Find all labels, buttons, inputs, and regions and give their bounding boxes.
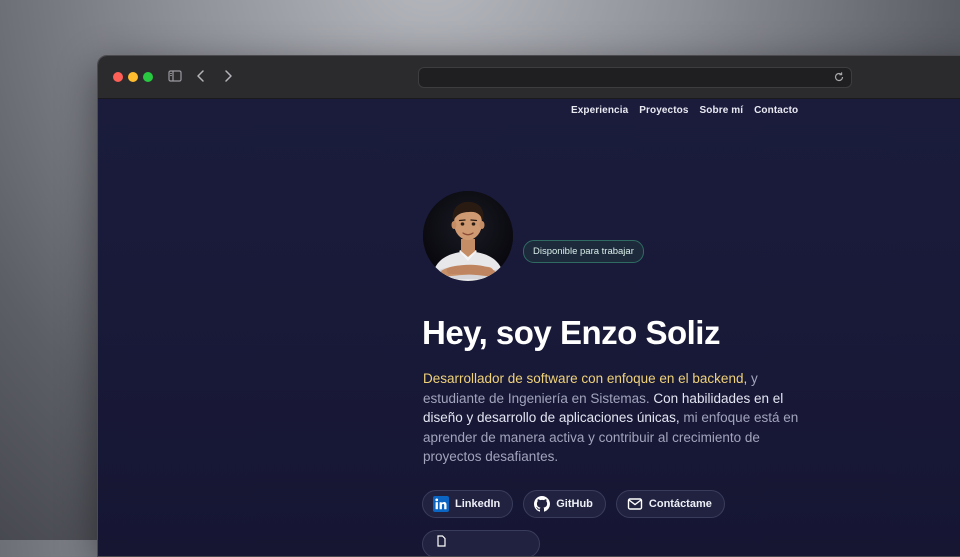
document-icon [437,535,446,547]
linkedin-button[interactable]: LinkedIn [422,490,514,518]
address-bar[interactable] [418,67,852,88]
page-viewport: Experiencia Proyectos Sobre mí Contacto [98,99,960,556]
sidebar-icon[interactable] [167,68,183,84]
back-icon[interactable] [193,68,209,84]
nav-item-contacto[interactable]: Contacto [754,105,798,116]
zoom-window-button[interactable] [143,72,153,82]
intro-paragraph: Desarrollador de software con enfoque en… [423,369,819,467]
nav-item-sobre-mi[interactable]: Sobre mí [700,105,744,116]
browser-toolbar [98,56,960,99]
contact-label: Contáctame [648,498,712,510]
linkedin-label: LinkedIn [455,498,501,510]
avatar [423,191,513,281]
contact-button[interactable]: Contáctame [615,490,725,518]
social-buttons: LinkedIn GitHub Contáctame [422,490,725,518]
intro-highlight: Desarrollador de software con enfoque en… [423,371,748,386]
top-nav: Experiencia Proyectos Sobre mí Contacto [571,105,798,116]
linkedin-icon [433,496,449,512]
minimize-window-button[interactable] [128,72,138,82]
secondary-button[interactable] [422,530,540,556]
github-label: GitHub [556,498,593,510]
nav-item-proyectos[interactable]: Proyectos [639,105,688,116]
nav-item-experiencia[interactable]: Experiencia [571,105,628,116]
close-window-button[interactable] [113,72,123,82]
github-icon [534,496,551,512]
availability-badge: Disponible para trabajar [523,240,644,263]
browser-window: Experiencia Proyectos Sobre mí Contacto [97,55,960,557]
page-title: Hey, soy Enzo Soliz [422,314,720,351]
github-button[interactable]: GitHub [523,490,606,518]
forward-icon[interactable] [220,68,236,84]
avatar-illustration [423,191,513,281]
mail-icon [627,498,643,510]
reload-icon[interactable] [833,71,845,83]
